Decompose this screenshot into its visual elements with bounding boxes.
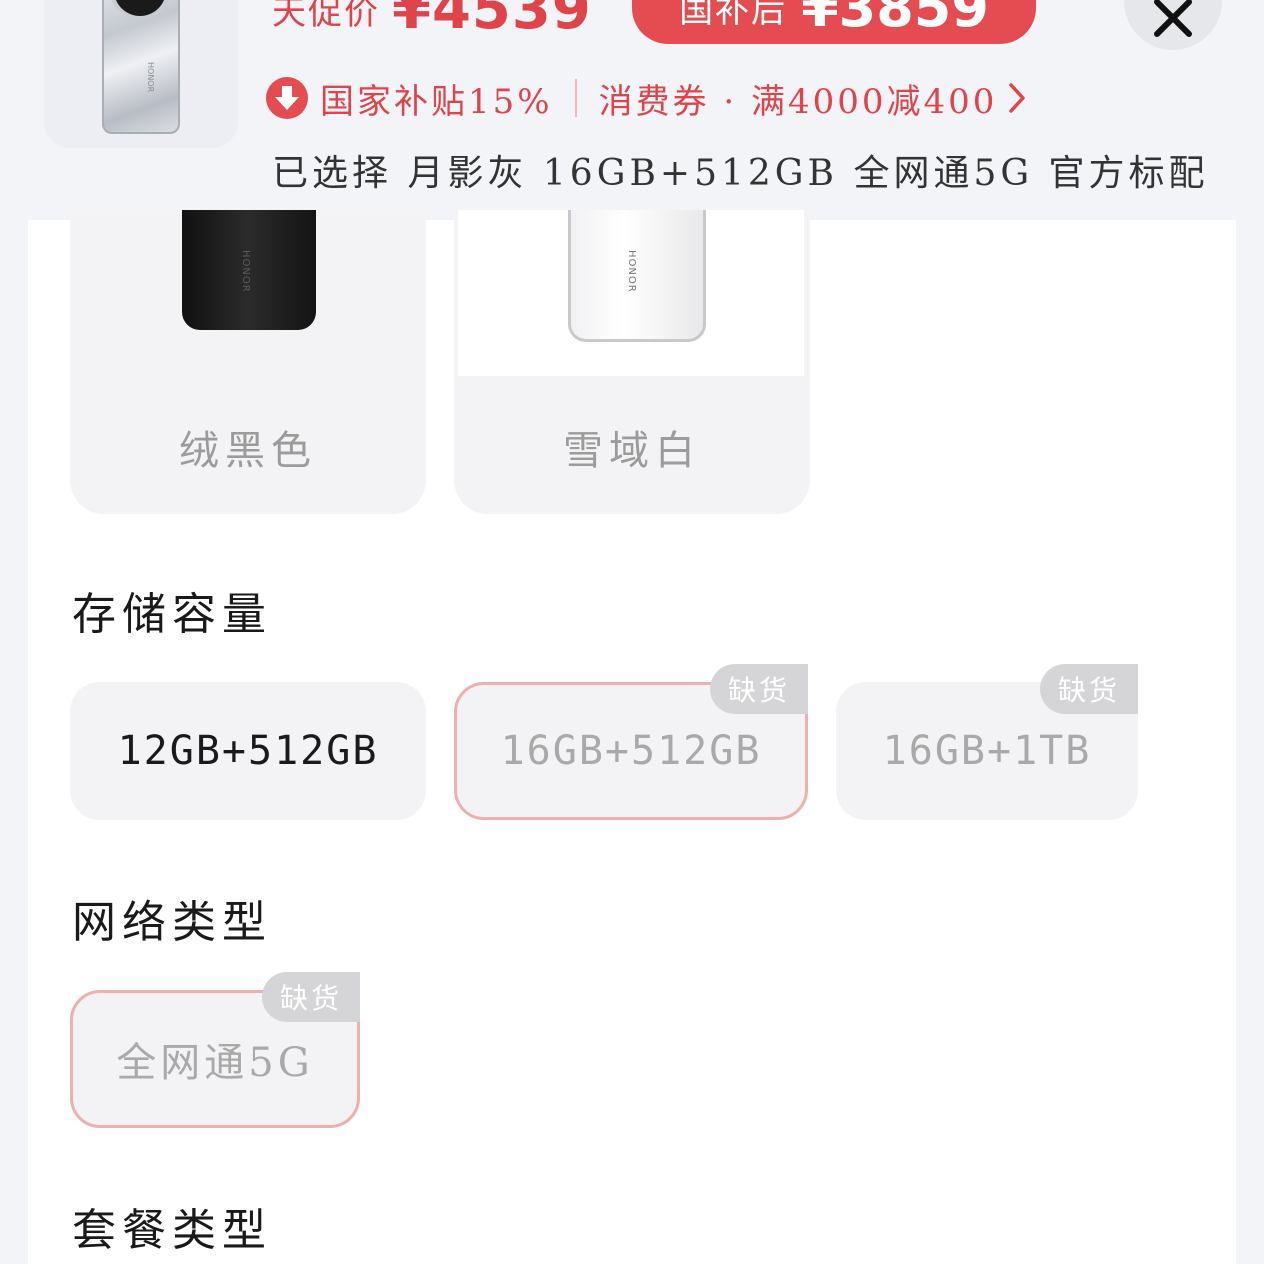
brand-logo: HONOR	[146, 62, 155, 93]
coupon-promo-text: 消费券 · 满4000减400	[598, 81, 998, 122]
phone-image: HONOR	[182, 210, 316, 330]
product-thumbnail: HONOR	[44, 0, 238, 148]
promo-divider	[574, 79, 577, 117]
option-label: 全网通5G	[116, 1040, 314, 1086]
chevron-right-icon	[1007, 81, 1027, 115]
option-label: 16GB+1TB	[882, 728, 1092, 774]
phone-image: HONOR	[102, 0, 180, 134]
promo-price-label: 天促价	[272, 0, 380, 33]
subsidy-price-value: ¥3859	[801, 0, 989, 39]
subsidy-price-badge: 国补后 ¥3859	[632, 0, 1036, 44]
promo-price-value: ¥4539	[392, 0, 592, 42]
color-image: HONOR	[458, 210, 804, 376]
product-summary-header: HONOR 天促价 ¥4539 国补后 ¥3859 国家补贴15% 消费券 · …	[0, 0, 1264, 220]
subsidy-price-label: 国补后	[679, 0, 788, 31]
promo-price: 天促价 ¥4539	[272, 0, 592, 44]
network-option-5g[interactable]: 全网通5G 缺货	[70, 972, 360, 1128]
close-icon	[1154, 0, 1192, 37]
brand-logo: HONOR	[626, 250, 637, 293]
plan-section-title: 套餐类型	[72, 1205, 272, 1256]
option-label: 12GB+512GB	[117, 728, 379, 774]
out-of-stock-badge: 缺货	[262, 972, 360, 1022]
storage-option-16gb-512gb[interactable]: 16GB+512GB 缺货	[454, 664, 808, 820]
out-of-stock-badge: 缺货	[710, 664, 808, 714]
spec-selection-card: HONOR 绒黑色 HONOR 雪域白 存储容量 12GB+512GB 16GB…	[28, 210, 1236, 1264]
color-option-white[interactable]: HONOR 雪域白	[454, 210, 810, 514]
storage-section-title: 存储容量	[72, 589, 272, 640]
color-option-label: 雪域白	[563, 428, 701, 474]
color-option-black[interactable]: HONOR 绒黑色	[70, 210, 426, 514]
subsidy-promo-text: 国家补贴15%	[320, 81, 553, 122]
brand-logo: HONOR	[240, 250, 251, 293]
selected-spec-summary: 已选择 月影灰 16GB+512GB 全网通5G 官方标配	[272, 153, 1209, 194]
option-label: 16GB+512GB	[500, 728, 762, 774]
color-image: HONOR	[70, 210, 426, 378]
close-button[interactable]	[1124, 0, 1222, 50]
camera-module	[114, 0, 166, 16]
storage-option-12gb-512gb[interactable]: 12GB+512GB	[70, 682, 426, 820]
down-arrow-icon	[266, 77, 308, 119]
storage-option-16gb-1tb[interactable]: 16GB+1TB 缺货	[836, 664, 1138, 820]
network-section-title: 网络类型	[72, 897, 272, 948]
phone-image: HONOR	[568, 210, 706, 342]
color-option-label: 绒黑色	[179, 428, 317, 474]
promo-row[interactable]: 国家补贴15% 消费券 · 满4000减400	[266, 74, 1027, 122]
out-of-stock-badge: 缺货	[1040, 664, 1138, 714]
